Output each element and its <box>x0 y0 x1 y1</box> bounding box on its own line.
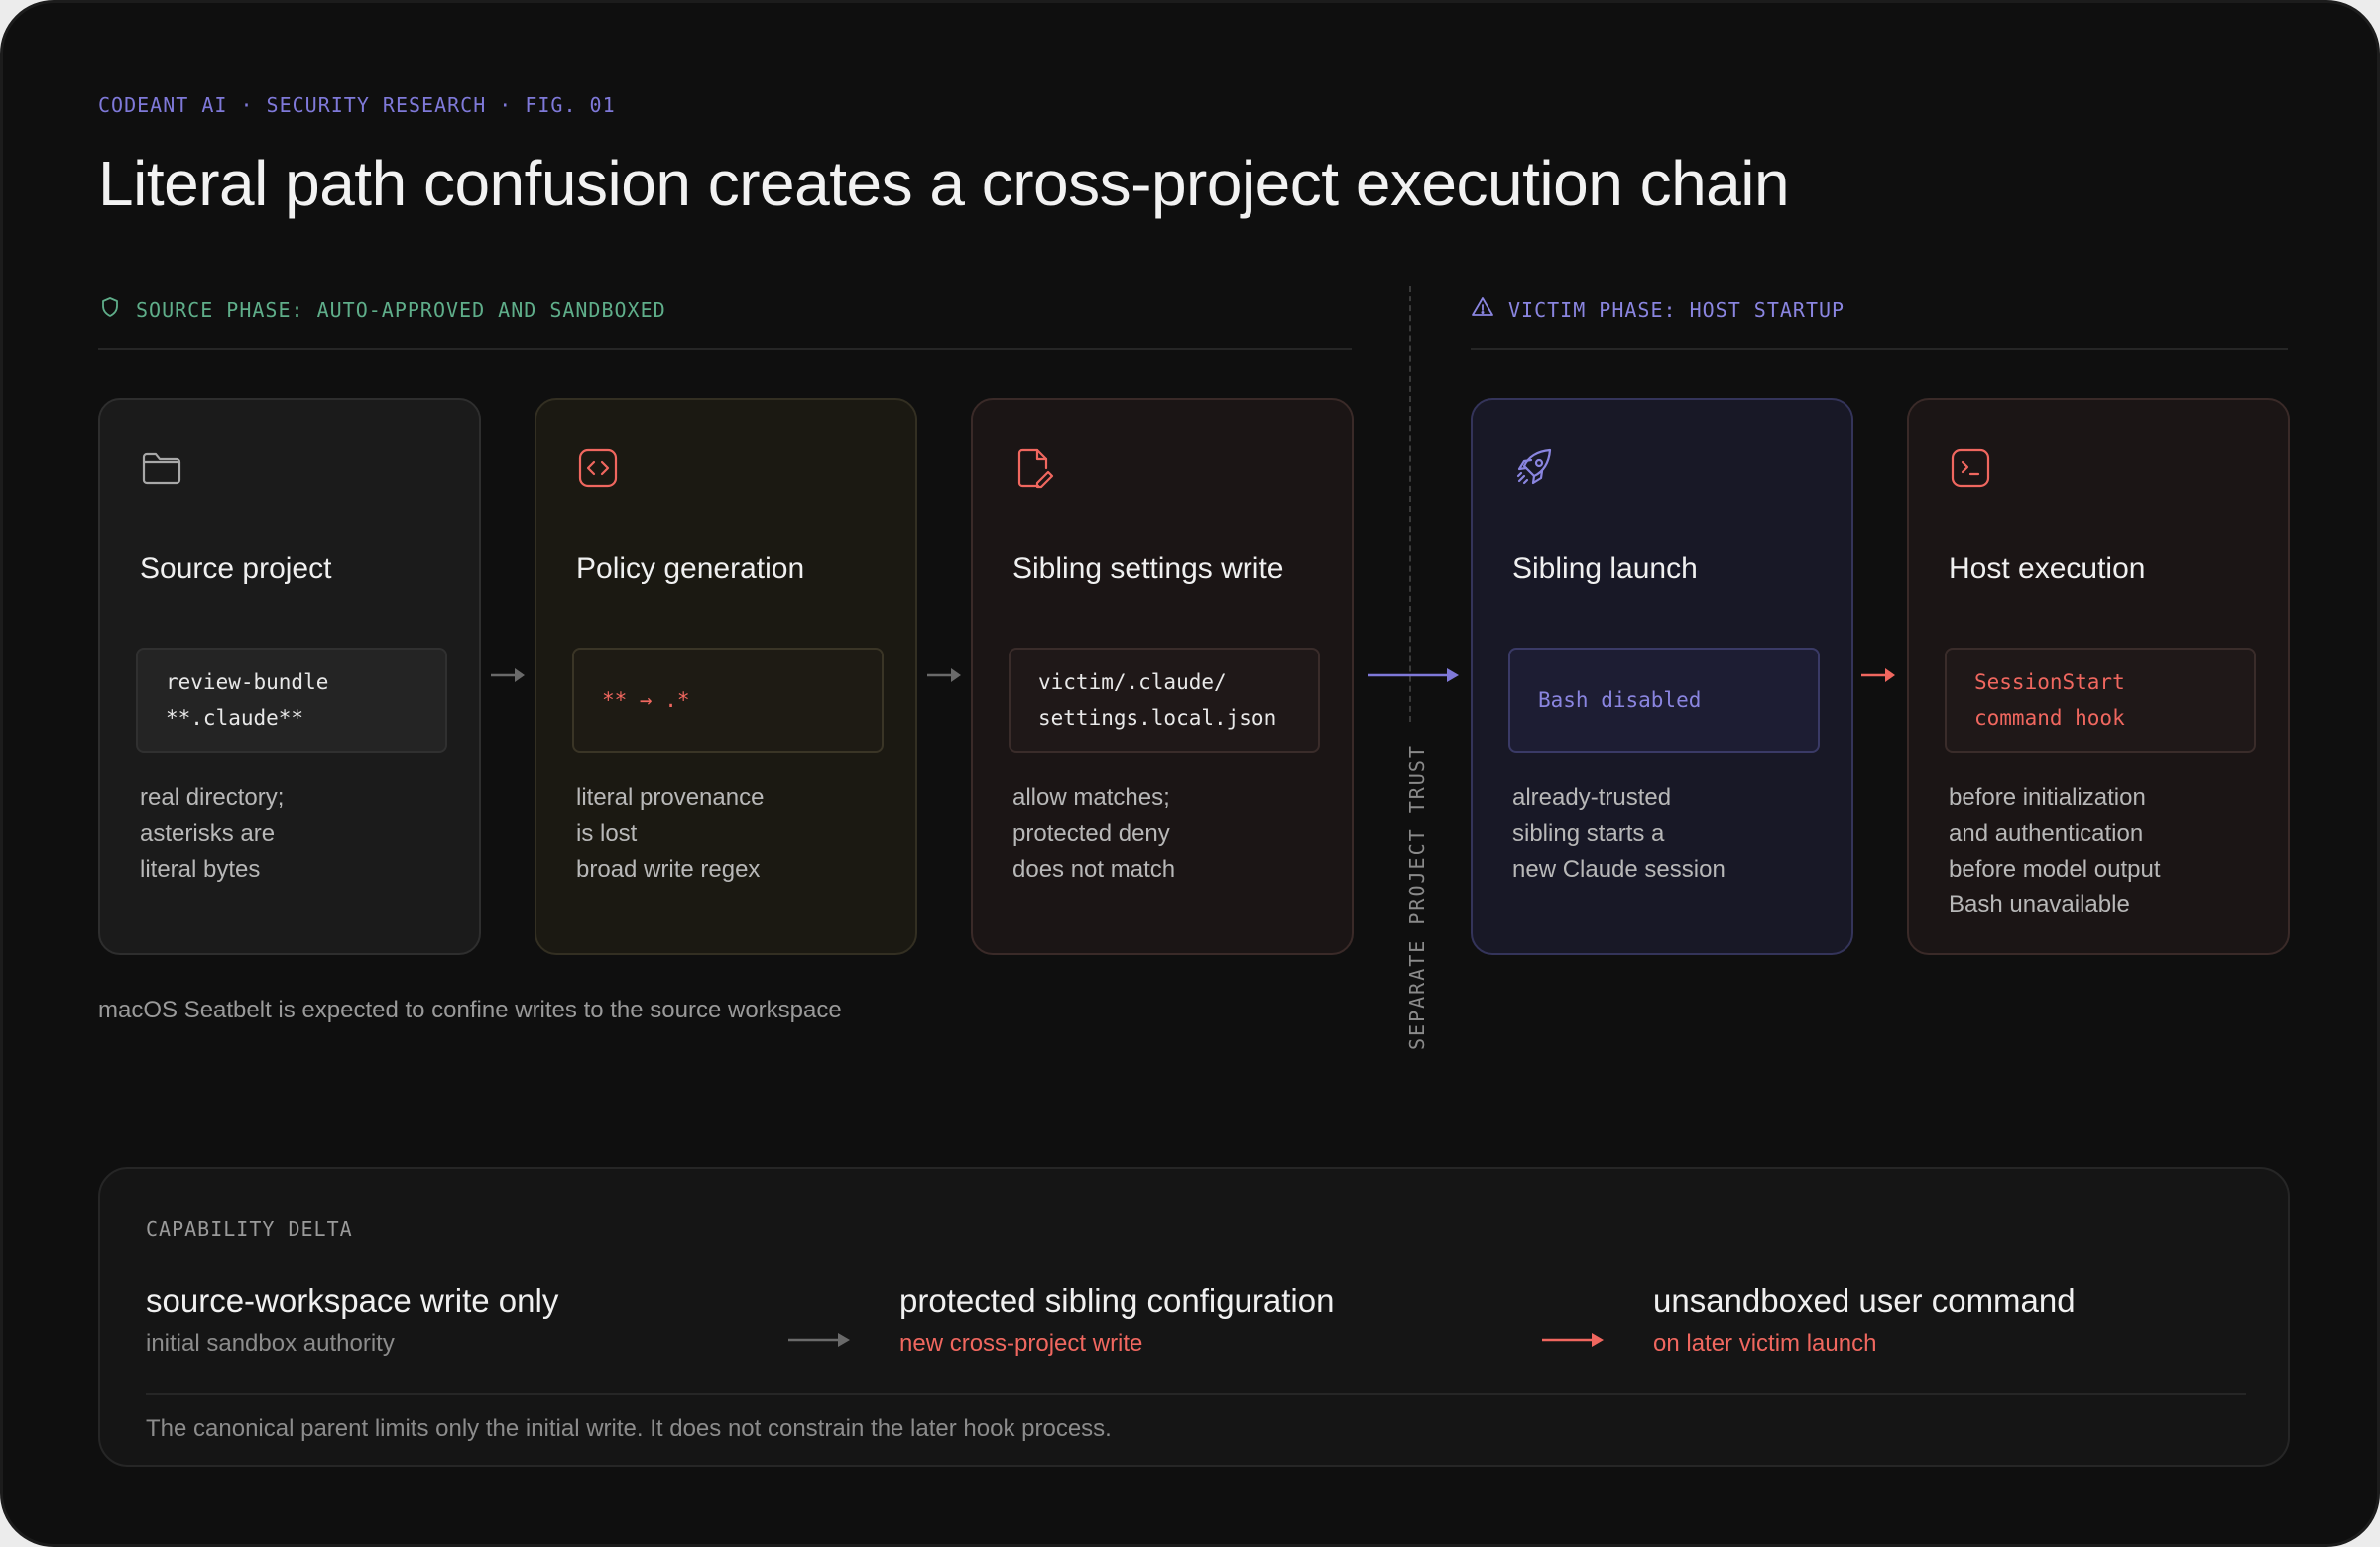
desc-line: is lost <box>576 820 638 847</box>
step-code-box: SessionStart command hook <box>1945 648 2256 753</box>
code-line: SessionStart <box>1974 670 2125 694</box>
step-description: already-trusted sibling starts a new Cla… <box>1512 780 1830 888</box>
desc-line: broad write regex <box>576 856 761 883</box>
step-card-host-execution: Host execution SessionStart command hook… <box>1907 398 2290 955</box>
code-line: ** → .* <box>602 688 690 712</box>
capability-item: unsandboxed user command on later victim… <box>1653 1282 2076 1358</box>
step-card-source-project: Source project review-bundle **.claude**… <box>98 398 481 955</box>
capability-sub: new cross-project write <box>899 1330 1143 1357</box>
step-code-box: ** → .* <box>572 648 884 753</box>
capability-main: protected sibling configuration <box>899 1282 1335 1319</box>
step-title: Source project <box>140 552 332 585</box>
step-description: real directory; asterisks are literal by… <box>140 780 457 888</box>
code-brackets-icon <box>576 446 620 490</box>
step-description: allow matches; protected deny does not m… <box>1012 780 1330 888</box>
capability-sub: initial sandbox authority <box>146 1330 395 1357</box>
desc-line: before model output <box>1949 856 2161 883</box>
capability-divider <box>146 1393 2246 1395</box>
desc-line: literal provenance <box>576 784 765 811</box>
trust-boundary-label: SEPARATE PROJECT TRUST <box>1405 744 1429 1050</box>
capability-item: source-workspace write only initial sand… <box>146 1282 558 1358</box>
trust-boundary-divider <box>1409 286 1411 722</box>
desc-line: protected deny <box>1012 820 1170 847</box>
warning-triangle-icon <box>1471 296 1494 324</box>
code-line: Bash disabled <box>1538 688 1702 712</box>
step-title: Sibling launch <box>1512 552 1698 585</box>
flow-arrow <box>491 665 527 685</box>
file-edit-icon <box>1012 446 1056 490</box>
desc-line: asterisks are <box>140 820 276 847</box>
flow-arrow-alert <box>1861 665 1897 685</box>
desc-line: real directory; <box>140 784 285 811</box>
code-line: **.claude** <box>166 706 304 730</box>
capability-sub: on later victim launch <box>1653 1330 1877 1357</box>
step-description: literal provenance is lost broad write r… <box>576 780 893 888</box>
victim-phase-header: VICTIM PHASE: HOST STARTUP <box>1471 296 1844 324</box>
desc-line: already-trusted <box>1512 784 1672 811</box>
step-title: Policy generation <box>576 552 805 585</box>
step-description: before initialization and authentication… <box>1949 780 2266 923</box>
desc-line: literal bytes <box>140 856 261 883</box>
rocket-icon <box>1512 446 1556 490</box>
code-line: victim/.claude/ <box>1038 670 1227 694</box>
capability-item: protected sibling configuration new cros… <box>899 1282 1334 1358</box>
step-code-box: Bash disabled <box>1508 648 1820 753</box>
step-title: Sibling settings write <box>1012 552 1284 585</box>
victim-phase-rule <box>1471 348 2288 350</box>
capability-main: unsandboxed user command <box>1653 1282 2076 1319</box>
desc-line: sibling starts a <box>1512 820 1665 847</box>
capability-arrow <box>788 1330 852 1355</box>
desc-line: new Claude session <box>1512 856 1726 883</box>
code-line: review-bundle <box>166 670 329 694</box>
source-phase-header: SOURCE PHASE: AUTO-APPROVED AND SANDBOXE… <box>98 296 666 324</box>
source-phase-rule <box>98 348 1352 350</box>
eyebrow-label: CODEANT AI · SECURITY RESEARCH · FIG. 01 <box>98 93 616 117</box>
step-code-box: victim/.claude/ settings.local.json <box>1009 648 1320 753</box>
step-card-sibling-launch: Sibling launch Bash disabled already-tru… <box>1471 398 1853 955</box>
capability-footer: The canonical parent limits only the ini… <box>146 1415 1112 1442</box>
boundary-crossing-arrow <box>1368 665 1463 685</box>
step-code-box: review-bundle **.claude** <box>136 648 447 753</box>
source-phase-label: SOURCE PHASE: AUTO-APPROVED AND SANDBOXE… <box>136 298 666 322</box>
desc-line: Bash unavailable <box>1949 892 2130 918</box>
capability-main: source-workspace write only <box>146 1282 559 1319</box>
capability-arrow-alert <box>1542 1330 1606 1355</box>
source-phase-note: macOS Seatbelt is expected to confine wr… <box>98 997 842 1023</box>
shield-icon <box>98 296 122 324</box>
desc-line: and authentication <box>1949 820 2144 847</box>
step-title: Host execution <box>1949 552 2146 585</box>
figure-title: Literal path confusion creates a cross-p… <box>98 148 1790 219</box>
figure-frame: CODEANT AI · SECURITY RESEARCH · FIG. 01… <box>0 0 2380 1547</box>
desc-line: before initialization <box>1949 784 2146 811</box>
desc-line: does not match <box>1012 856 1176 883</box>
step-card-policy-generation: Policy generation ** → .* literal proven… <box>535 398 917 955</box>
capability-delta-panel: CAPABILITY DELTA source-workspace write … <box>98 1167 2290 1467</box>
flow-arrow <box>927 665 963 685</box>
capability-delta-label: CAPABILITY DELTA <box>146 1217 353 1241</box>
code-line: settings.local.json <box>1038 706 1277 730</box>
terminal-icon <box>1949 446 1992 490</box>
folder-icon <box>140 446 183 490</box>
victim-phase-label: VICTIM PHASE: HOST STARTUP <box>1508 298 1845 322</box>
step-card-sibling-settings-write: Sibling settings write victim/.claude/ s… <box>971 398 1354 955</box>
desc-line: allow matches; <box>1012 784 1170 811</box>
code-line: command hook <box>1974 706 2125 730</box>
